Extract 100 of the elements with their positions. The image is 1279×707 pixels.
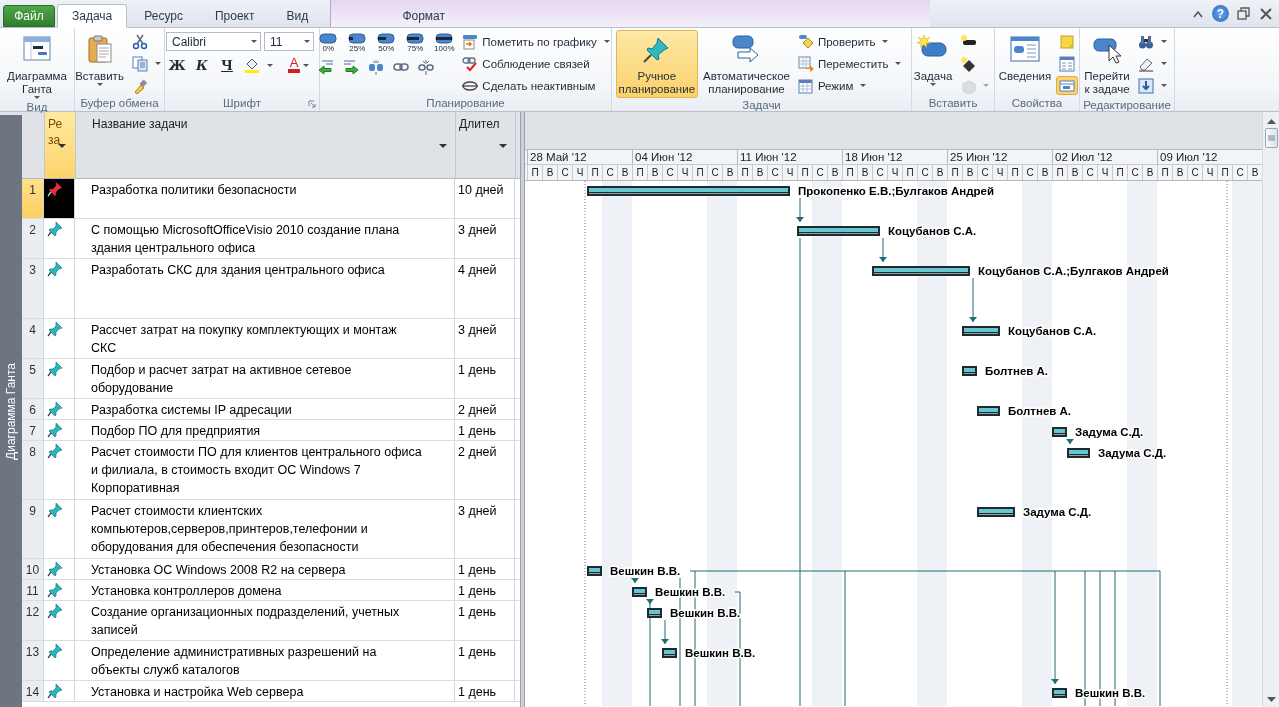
row-number[interactable]: 2: [22, 219, 44, 258]
task-bar[interactable]: [647, 608, 662, 618]
task-bar[interactable]: [977, 507, 1015, 517]
percent-button[interactable]: 100%: [431, 32, 458, 54]
ribbon-tab[interactable]: Вид: [271, 5, 324, 27]
row-number[interactable]: 1: [22, 179, 44, 218]
column-header[interactable]: Название задачи: [76, 112, 456, 178]
row-number[interactable]: 11: [22, 580, 44, 600]
row-number[interactable]: 7: [22, 420, 44, 440]
week-label: 25 Июн '12: [950, 151, 1008, 163]
row-number[interactable]: 10: [22, 559, 44, 579]
collapse-ribbon-icon: [1192, 8, 1204, 19]
day-label: В: [546, 167, 554, 178]
task-bar[interactable]: [1067, 448, 1090, 458]
row-number[interactable]: 12: [22, 601, 44, 640]
auto-schedule-button[interactable]: Автоматическое планирование: [700, 30, 793, 98]
task-bar[interactable]: [587, 186, 790, 196]
task-bar[interactable]: [977, 406, 1000, 416]
task-bar[interactable]: [872, 266, 970, 276]
timeline-button[interactable]: [1056, 76, 1079, 95]
bold-button[interactable]: Ж: [166, 54, 188, 76]
dropdown-arrow-icon: [303, 63, 310, 67]
underline-button[interactable]: Ч: [216, 54, 238, 76]
percent-button[interactable]: 25%: [344, 32, 371, 54]
percent-button[interactable]: 0%: [315, 32, 342, 54]
paste-button[interactable]: Вставить: [72, 30, 127, 94]
row-number[interactable]: 6: [22, 399, 44, 419]
day-label: Ч: [891, 167, 899, 178]
task-name: Подбор и расчет затрат на активное сетевое оборудование: [91, 363, 352, 395]
group-label: Буфер обмена: [80, 97, 159, 109]
split-task-icon: [368, 58, 385, 75]
font-field[interactable]: Calibri: [166, 32, 261, 51]
row-number[interactable]: 5: [22, 359, 44, 398]
ribbon-tab[interactable]: Ресурс: [129, 5, 198, 27]
task-name: Установка ОС Windows 2008 R2 на сервера: [91, 563, 346, 577]
group-label: Планирование: [426, 97, 505, 109]
dropdown-arrow-icon: [154, 62, 161, 65]
font-size-field[interactable]: 11: [264, 32, 314, 51]
inactivate-button[interactable]: Сделать неактивным: [459, 76, 616, 95]
day-label: В: [1071, 167, 1079, 178]
day-label: П: [801, 167, 809, 178]
mark-on-track-button[interactable]: Пометить по графику: [459, 32, 616, 51]
task-bar[interactable]: [587, 566, 602, 576]
task-bar[interactable]: [797, 226, 880, 236]
day-label: П: [1116, 167, 1124, 178]
gantt-chart-button[interactable]: Диаграмма Ганта: [4, 30, 70, 101]
task-bar[interactable]: [662, 648, 677, 658]
bar-arrow-icon: [462, 33, 479, 50]
task-bar[interactable]: [1052, 688, 1067, 698]
task-bar[interactable]: [1052, 427, 1067, 437]
duration-cell: 1 день: [458, 645, 497, 659]
font-color-button[interactable]: А: [282, 54, 318, 76]
vertical-scrollbar[interactable]: [1262, 112, 1279, 707]
ribbon-tab[interactable]: Формат: [381, 5, 467, 27]
column-header[interactable]: Ре за: [45, 112, 76, 178]
task-name: С помощью MicrosoftOfficeVisio 2010 создание плана здания центрального офиса: [91, 223, 400, 255]
percent-button[interactable]: 50%: [373, 32, 400, 54]
mode-button[interactable]: Режим: [794, 76, 908, 95]
respect-links-button[interactable]: Соблюдение связей: [459, 54, 616, 73]
group-label: Вставить: [928, 97, 978, 109]
scrollbar-thumb[interactable]: [1264, 128, 1278, 148]
row-number[interactable]: 14: [22, 681, 44, 701]
row-number[interactable]: 13: [22, 641, 44, 680]
row-number[interactable]: 3: [22, 259, 44, 318]
chain-check-icon: [462, 55, 479, 72]
day-label: Ч: [576, 167, 584, 178]
day-label: С: [1026, 167, 1034, 178]
dependency-arrow: [796, 197, 804, 223]
task-bar[interactable]: [962, 366, 977, 376]
task-bar[interactable]: [632, 587, 647, 597]
day-label: С: [1191, 167, 1199, 178]
resource-label: Коцубанов С.А.;Булгаков Андрей: [978, 265, 1169, 277]
move-button[interactable]: Переместить: [794, 54, 908, 73]
task-name: Установка и настройка Web сервера: [91, 685, 304, 699]
ribbon-tab[interactable]: Проект: [199, 5, 270, 27]
column-header[interactable]: Длител: [456, 112, 516, 178]
insert-task-button[interactable]: Задача: [910, 30, 956, 94]
file-tab[interactable]: Файл: [3, 5, 55, 27]
row-number[interactable]: 4: [22, 319, 44, 358]
pushpin-icon: [47, 321, 63, 337]
day-label: С: [981, 167, 989, 178]
information-button[interactable]: Сведения: [995, 30, 1055, 94]
row-number[interactable]: 9: [22, 500, 44, 558]
row-number[interactable]: 8: [22, 441, 44, 499]
manual-schedule-button[interactable]: Ручное планирование: [615, 30, 699, 98]
duration-cell: 10 дней: [458, 183, 504, 197]
italic-button[interactable]: К: [191, 54, 213, 76]
percent-button[interactable]: 75%: [402, 32, 429, 54]
inspect-button[interactable]: Проверить: [794, 32, 908, 51]
dropdown-arrow-icon: [1160, 40, 1167, 43]
diamond-icon: [960, 55, 977, 72]
task-name: Определение административных разрешений на объекты служб каталогов: [91, 645, 377, 677]
go-to-task-button[interactable]: Перейти к задаче: [1081, 30, 1133, 98]
duration-cell: 1 день: [458, 584, 497, 598]
day-label: С: [876, 167, 884, 178]
task-bar[interactable]: [962, 326, 1000, 336]
ribbon-tab[interactable]: Задача: [57, 4, 128, 28]
dropdown-arrow-icon: [1160, 62, 1167, 65]
day-label: П: [1161, 167, 1169, 178]
day-label: В: [831, 167, 839, 178]
